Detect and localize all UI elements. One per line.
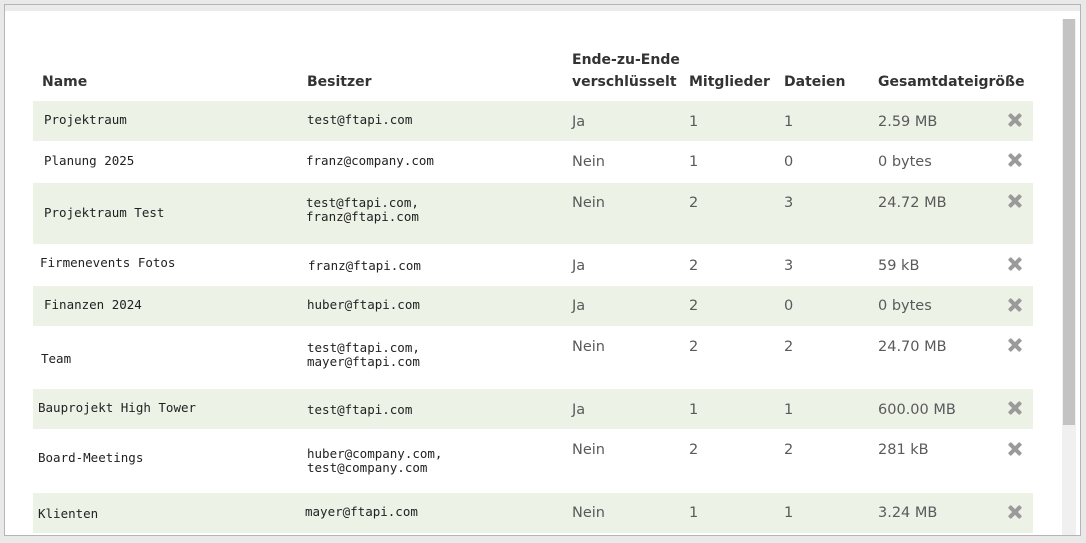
rooms-table: Name Besitzer Ende-zu-Ende verschlüsselt… [33,5,1033,533]
room-owner-2: test@company.com [307,460,428,475]
room-owner-1: test@ftapi.com, [307,340,420,355]
room-files: 1 [784,402,794,418]
room-name[interactable]: Board-Meetings [38,451,143,465]
room-owner: huber@ftapi.com [307,297,420,312]
room-name[interactable]: Planung 2025 [44,154,134,168]
room-members: 1 [689,505,699,521]
room-members: 2 [689,339,699,355]
room-name[interactable]: Finanzen 2024 [44,298,142,312]
header-members[interactable]: Mitglieder [689,71,770,93]
table-header: Name Besitzer Ende-zu-Ende verschlüsselt… [33,5,1033,101]
room-owner: test@ftapi.com [307,112,413,127]
header-e2e-line1: Ende-zu-Ende [572,52,680,68]
room-size: 281 kB [878,442,929,458]
close-x-icon[interactable] [1006,255,1024,273]
room-members: 2 [689,195,699,211]
header-name[interactable]: Name [42,71,87,93]
room-files: 1 [784,505,794,521]
room-members: 2 [689,258,699,274]
table-row[interactable]: Projektraum test@ftapi.com Ja 1 1 2.59 M… [33,101,1033,141]
room-files: 0 [784,298,794,314]
room-e2e: Nein [572,154,605,170]
room-members: 1 [689,154,699,170]
room-owner: franz@ftapi.com [308,258,421,273]
close-x-icon[interactable] [1006,399,1024,417]
room-e2e: Nein [572,505,605,521]
room-size: 24.72 MB [878,195,947,211]
room-e2e: Ja [572,402,586,418]
room-owner-2: franz@ftapi.com [306,209,419,224]
room-size: 0 bytes [878,298,932,314]
close-x-icon[interactable] [1006,192,1024,210]
room-e2e: Ja [572,298,586,314]
room-e2e: Ja [572,114,586,130]
room-name[interactable]: Klienten [38,507,98,521]
room-e2e: Nein [572,339,605,355]
header-files[interactable]: Dateien [784,71,846,93]
room-members: 1 [689,114,699,130]
table-row[interactable]: Planung 2025 franz@company.com Nein 1 0 … [33,141,1033,183]
room-name[interactable]: Firmenevents Fotos [40,256,175,270]
room-owner: franz@company.com [306,153,434,168]
table-row[interactable]: Finanzen 2024 huber@ftapi.com Ja 2 0 0 b… [33,286,1033,326]
room-size: 0 bytes [878,154,932,170]
room-size: 2.59 MB [878,114,938,130]
room-files: 1 [784,114,794,130]
table-row[interactable]: Team test@ftapi.com, mayer@ftapi.com Nei… [33,326,1033,389]
room-owner-1: huber@company.com, [307,446,443,461]
room-owner-1: test@ftapi.com, [306,195,419,210]
table-row[interactable]: Projektraum Test test@ftapi.com, franz@f… [33,183,1033,244]
room-size: 600.00 MB [878,402,956,418]
room-name[interactable]: Projektraum [44,113,127,127]
close-x-icon[interactable] [1006,440,1024,458]
room-members: 2 [689,442,699,458]
room-name[interactable]: Projektraum Test [44,206,164,220]
room-e2e: Nein [572,442,605,458]
table-row[interactable]: Klienten mayer@ftapi.com Nein 1 1 3.24 M… [33,493,1033,533]
room-files: 3 [784,258,794,274]
room-members: 1 [689,402,699,418]
room-size: 24.70 MB [878,339,947,355]
close-x-icon[interactable] [1006,111,1024,129]
close-x-icon[interactable] [1006,503,1024,521]
room-files: 0 [784,154,794,170]
room-name[interactable]: Team [41,352,71,366]
room-owner: mayer@ftapi.com [305,504,418,519]
room-files: 3 [784,195,794,211]
header-e2e-line2: verschlüsselt [572,74,677,90]
room-size: 3.24 MB [878,505,938,521]
close-x-icon[interactable] [1006,151,1024,169]
close-x-icon[interactable] [1006,296,1024,314]
table-row[interactable]: Bauprojekt High Tower test@ftapi.com Ja … [33,389,1033,429]
room-members: 2 [689,298,699,314]
room-files: 2 [784,442,794,458]
close-x-icon[interactable] [1006,336,1024,354]
room-e2e: Ja [572,258,586,274]
header-e2e[interactable]: Ende-zu-Ende verschlüsselt [572,49,680,93]
header-owner[interactable]: Besitzer [307,71,372,93]
room-name[interactable]: Bauprojekt High Tower [38,401,196,415]
room-owner: test@ftapi.com [307,402,413,417]
room-e2e: Nein [572,195,605,211]
room-list-panel: Name Besitzer Ende-zu-Ende verschlüsselt… [4,4,1081,536]
room-owner-2: mayer@ftapi.com [307,354,420,369]
header-total-size[interactable]: Gesamtdateigröße [878,71,1025,93]
scrollbar-thumb[interactable] [1063,19,1075,425]
room-size: 59 kB [878,258,920,274]
room-files: 2 [784,339,794,355]
table-row[interactable]: Firmenevents Fotos franz@ftapi.com Ja 2 … [33,244,1033,286]
table-row[interactable]: Board-Meetings huber@company.com, test@c… [33,429,1033,493]
vertical-scrollbar[interactable] [1062,19,1076,535]
